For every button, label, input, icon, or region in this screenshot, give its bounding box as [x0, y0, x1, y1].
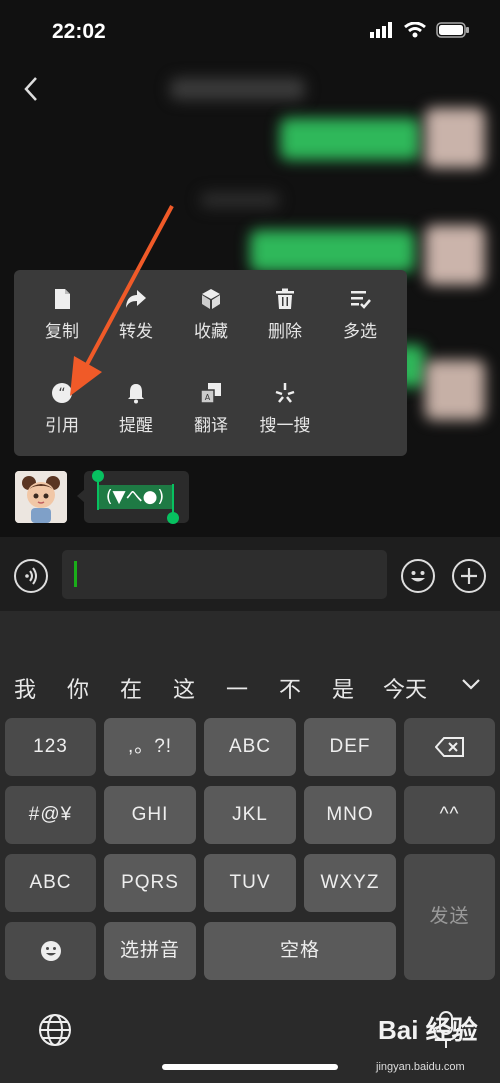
send-key[interactable]: 发送	[404, 854, 495, 980]
candidate-word[interactable]: 一	[226, 672, 248, 704]
key-123[interactable]: 123	[5, 718, 96, 776]
bubble-tail	[77, 489, 85, 503]
smiley-icon	[41, 941, 61, 961]
candidate-word[interactable]: 在	[120, 672, 142, 704]
key-tuv[interactable]: TUV	[204, 854, 296, 912]
backspace-icon	[435, 737, 464, 757]
emoji-key[interactable]	[5, 922, 96, 980]
watermark-url: jingyan.baidu.com	[376, 1061, 465, 1073]
text-cursor	[74, 561, 77, 587]
key-abc-mode[interactable]: ABC	[5, 854, 96, 912]
watermark-logo: Bai 经验	[378, 1015, 478, 1045]
candidate-word[interactable]: 你	[67, 672, 89, 704]
more-button[interactable]	[452, 559, 486, 593]
key-jkl[interactable]: JKL	[204, 786, 296, 844]
cartoon-girl-avatar	[15, 471, 67, 523]
emoji-button[interactable]	[401, 559, 435, 593]
globe-icon[interactable]	[37, 1012, 73, 1048]
space-key[interactable]: 空格	[204, 922, 396, 980]
backspace-key[interactable]	[404, 718, 495, 776]
voice-icon	[25, 567, 37, 585]
key-pinyin[interactable]: 选拼音	[104, 922, 196, 980]
key-punctuation[interactable]: ,。?!	[104, 718, 196, 776]
candidate-bar: 我 你 在 这 一 不 是 今天	[0, 662, 500, 710]
voice-button[interactable]	[14, 559, 48, 593]
candidate-word[interactable]: 不	[279, 672, 301, 704]
chevron-down-icon[interactable]	[459, 672, 483, 696]
key-emoticon[interactable]: ^^	[404, 786, 495, 844]
home-indicator	[162, 1064, 338, 1070]
key-pqrs[interactable]: PQRS	[104, 854, 196, 912]
key-mno[interactable]: MNO	[304, 786, 396, 844]
key-wxyz[interactable]: WXYZ	[304, 854, 396, 912]
candidate-word[interactable]: 今天	[383, 672, 427, 704]
key-def[interactable]: DEF	[304, 718, 396, 776]
candidate-word[interactable]: 我	[14, 672, 36, 704]
candidate-word[interactable]: 这	[173, 672, 195, 704]
message-input[interactable]	[62, 550, 387, 599]
avatar[interactable]	[15, 471, 67, 523]
key-abc[interactable]: ABC	[204, 718, 296, 776]
candidate-word[interactable]: 是	[332, 672, 354, 704]
plus-icon	[461, 568, 477, 584]
smiley-icon	[411, 571, 425, 582]
selection-handles	[92, 470, 179, 524]
key-symbols[interactable]: #@¥	[5, 786, 96, 844]
key-ghi[interactable]: GHI	[104, 786, 196, 844]
